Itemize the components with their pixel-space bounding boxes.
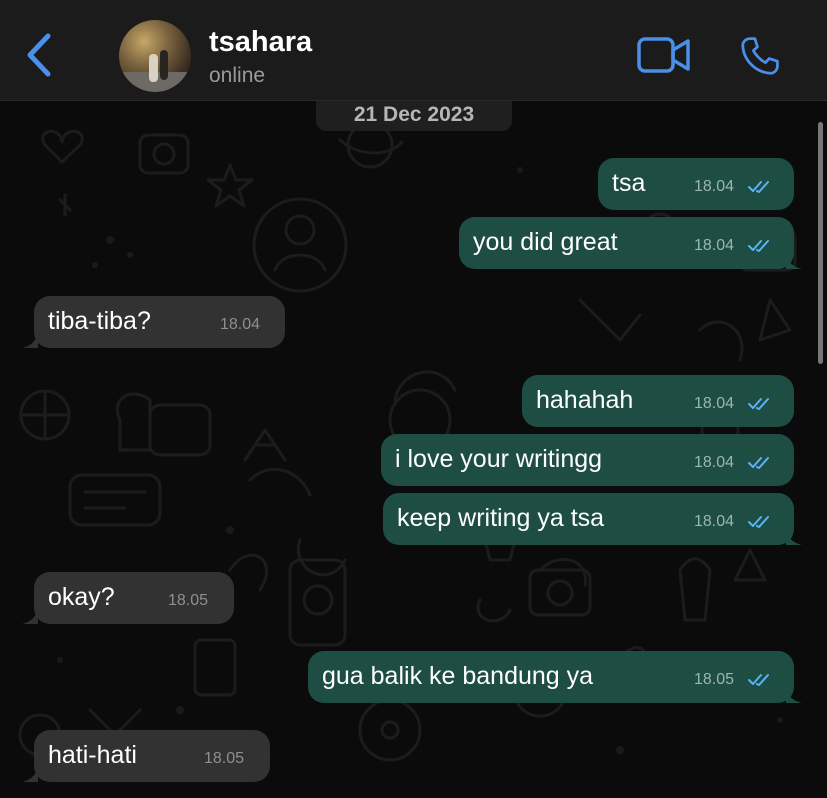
message-bubble-outgoing[interactable]: gua balik ke bandung ya 18.05 bbox=[308, 651, 802, 703]
message-text: gua balik ke bandung ya bbox=[322, 662, 594, 690]
double-check-icon bbox=[748, 516, 769, 528]
message-bubble-outgoing[interactable]: hahahah 18.04 bbox=[522, 375, 794, 427]
message-text: you did great bbox=[473, 228, 618, 256]
video-call-button[interactable] bbox=[637, 36, 691, 74]
date-separator: 21 Dec 2023 bbox=[316, 100, 512, 131]
chat-scrollbar[interactable] bbox=[818, 122, 823, 364]
voice-call-button[interactable] bbox=[738, 34, 782, 78]
message-text: i love your writingg bbox=[395, 445, 603, 473]
bubble-tail bbox=[22, 766, 38, 782]
chat-header: tsahara online bbox=[0, 0, 827, 101]
message-time: 18.04 bbox=[694, 395, 735, 412]
message-text: keep writing ya tsa bbox=[397, 504, 605, 532]
video-camera-icon bbox=[637, 37, 690, 73]
double-check-icon bbox=[748, 674, 769, 686]
message-text: tsa bbox=[612, 169, 646, 197]
message-time: 18.04 bbox=[220, 316, 261, 333]
message-text: okay? bbox=[48, 583, 115, 611]
message-bubble-outgoing[interactable]: keep writing ya tsa 18.04 bbox=[383, 493, 802, 545]
message-bubble-incoming[interactable]: tiba-tiba? 18.04 bbox=[22, 296, 285, 348]
message-text: hati-hati bbox=[48, 741, 137, 769]
message-time: 18.05 bbox=[694, 671, 735, 688]
bubble-tail bbox=[786, 253, 802, 269]
message-bubble-outgoing[interactable]: you did great 18.04 bbox=[459, 217, 802, 269]
phone-icon bbox=[741, 37, 779, 75]
chevron-left-icon bbox=[27, 33, 51, 77]
message-bubble-incoming[interactable]: hati-hati 18.05 bbox=[22, 730, 270, 782]
message-bubble-outgoing[interactable]: tsa 18.04 bbox=[598, 158, 794, 210]
double-check-icon bbox=[748, 240, 769, 252]
chat-area[interactable]: 21 Dec 2023 tsa 18.04 you did great 18.0… bbox=[0, 100, 827, 798]
bubble-tail bbox=[786, 687, 802, 703]
message-bubble-outgoing[interactable]: i love your writingg 18.04 bbox=[381, 434, 794, 486]
message-time: 18.05 bbox=[168, 592, 209, 609]
double-check-icon bbox=[748, 457, 769, 469]
message-text: tiba-tiba? bbox=[48, 307, 151, 335]
message-bubble-incoming[interactable]: okay? 18.05 bbox=[22, 572, 234, 624]
message-time: 18.04 bbox=[694, 454, 735, 471]
message-time: 18.04 bbox=[694, 513, 735, 530]
bubble-tail bbox=[786, 529, 802, 545]
double-check-icon bbox=[748, 181, 769, 193]
double-check-icon bbox=[748, 398, 769, 410]
avatar-photo-figure bbox=[160, 50, 168, 80]
avatar-photo-figure bbox=[149, 54, 158, 82]
message-time: 18.04 bbox=[694, 237, 735, 254]
back-button[interactable] bbox=[22, 30, 58, 80]
contact-status: online bbox=[209, 64, 266, 87]
avatar[interactable] bbox=[119, 20, 191, 92]
bubble-tail bbox=[22, 608, 38, 624]
message-time: 18.04 bbox=[694, 178, 735, 195]
bubble-tail bbox=[22, 332, 38, 348]
message-text: hahahah bbox=[536, 386, 634, 414]
message-time: 18.05 bbox=[204, 750, 245, 767]
contact-name[interactable]: tsahara bbox=[209, 26, 312, 59]
